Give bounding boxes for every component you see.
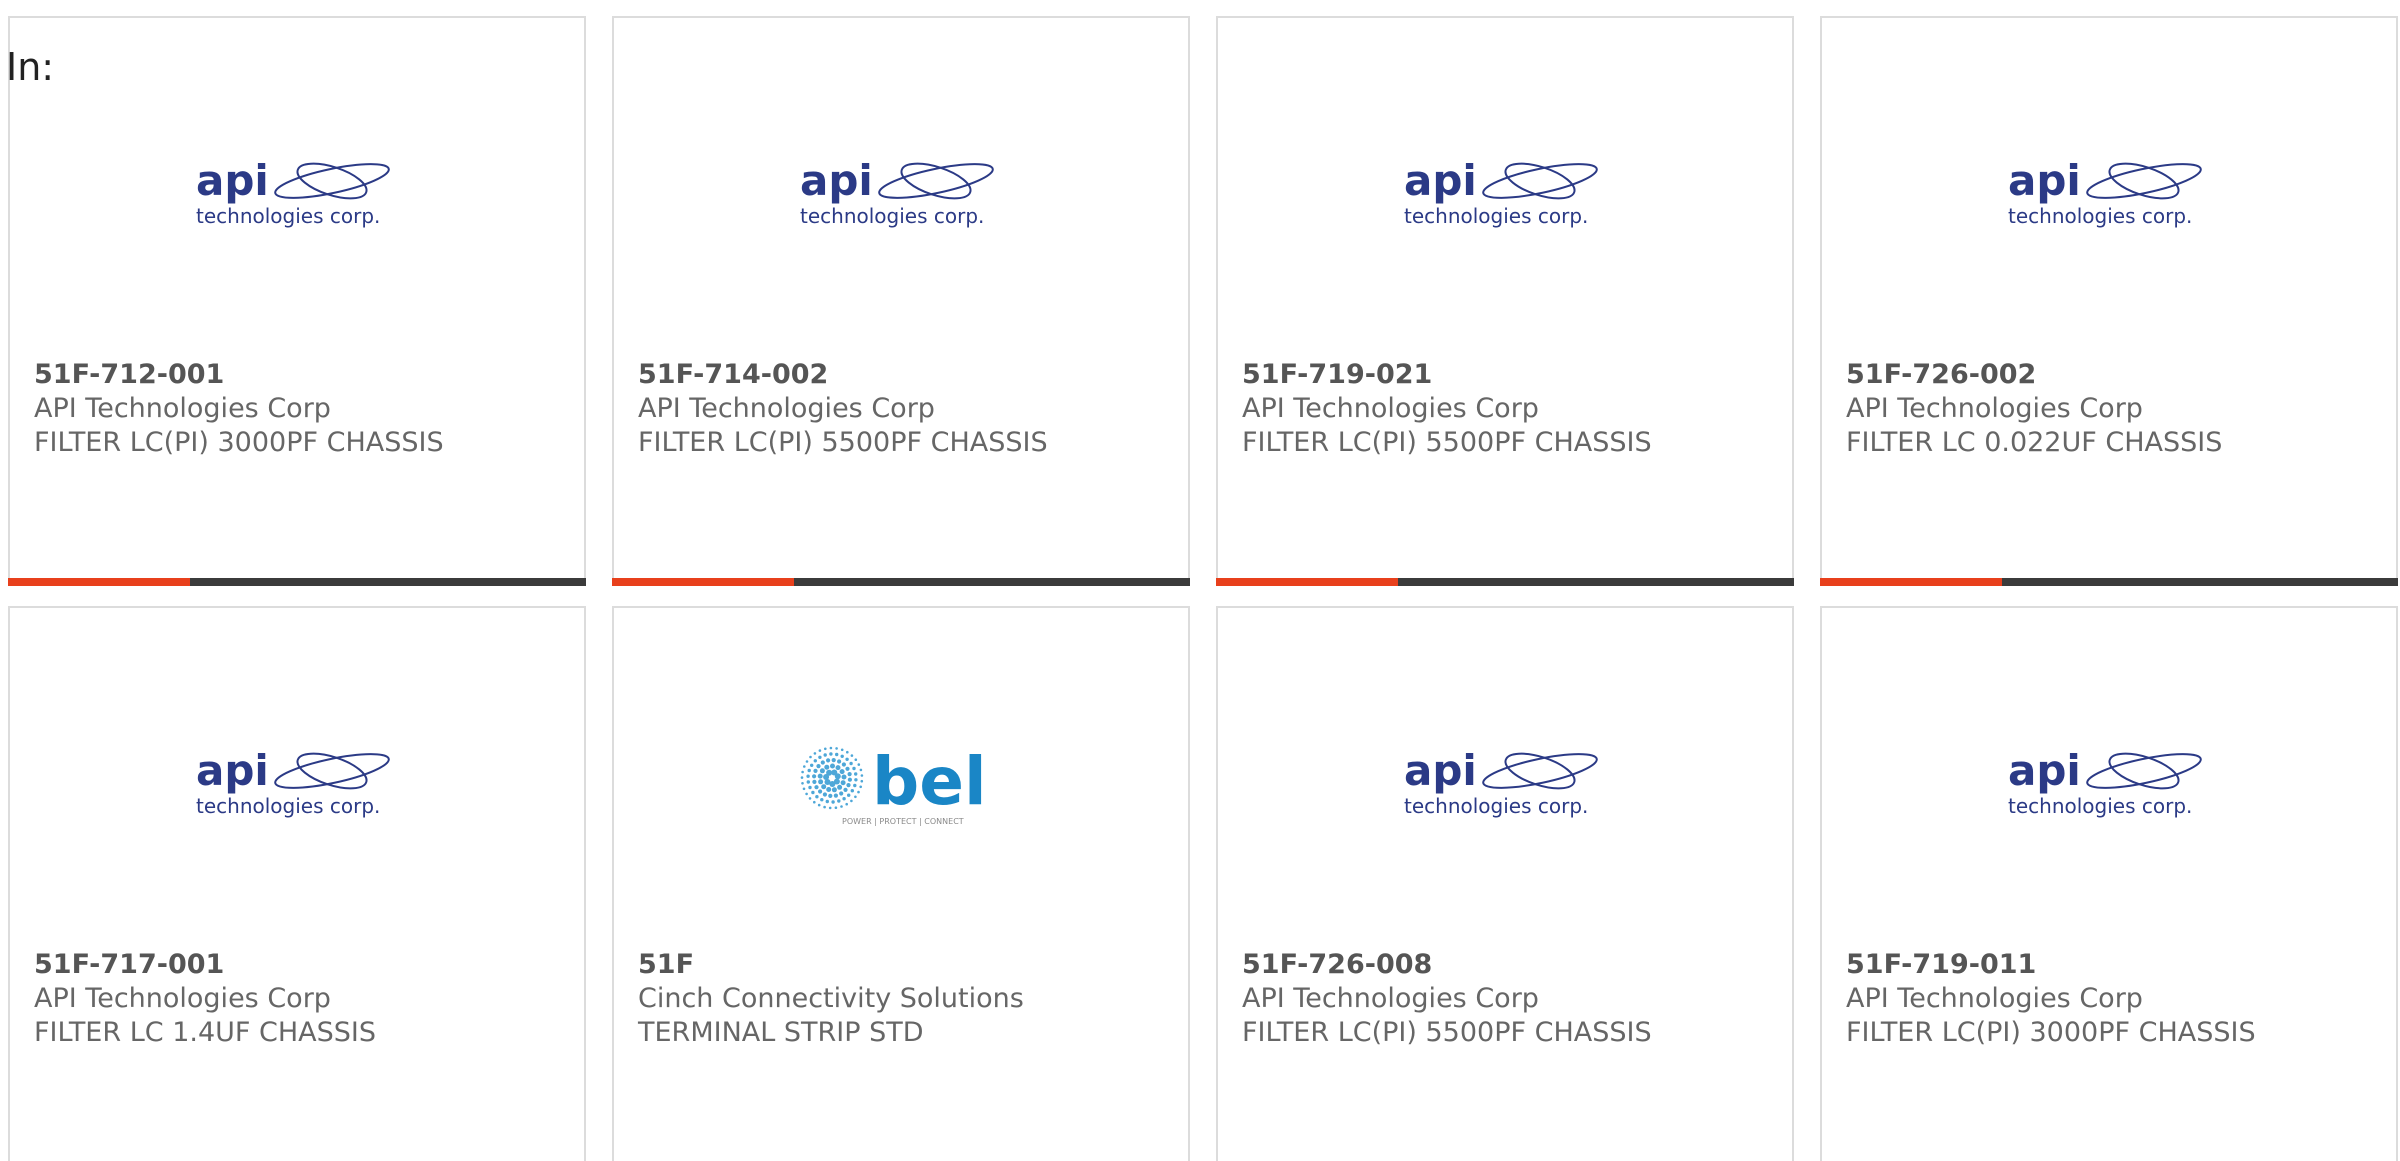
- product-info: 51F-719-011 API Technologies Corp FILTER…: [1846, 948, 2380, 1050]
- logo-word: api: [2008, 746, 2081, 795]
- orbit-ellipse-icon: [2086, 753, 2202, 789]
- product-card[interactable]: api technologies corp. 51F-726-008 API T…: [1216, 606, 1794, 1161]
- orbit-ellipse-icon: [2086, 163, 2202, 199]
- manufacturer-name: API Technologies Corp: [1846, 983, 2143, 1014]
- filter-in-label: In:: [6, 45, 55, 89]
- product-description: FILTER LC(PI) 5500PF CHASSIS: [638, 427, 1048, 458]
- product-description: TERMINAL STRIP STD: [638, 1017, 924, 1048]
- product-info: 51F-714-002 API Technologies Corp FILTER…: [638, 358, 1172, 460]
- product-card[interactable]: api technologies corp. 51F-726-002 API T…: [1820, 16, 2398, 586]
- card-accent-bar: [612, 578, 794, 586]
- orbit-ellipse-icon: [1482, 163, 1598, 199]
- manufacturer-logo: api technologies corp.: [614, 133, 1188, 253]
- api-technologies-logo: api technologies corp.: [196, 746, 390, 818]
- orbit-ellipse-icon: [274, 163, 390, 199]
- part-number[interactable]: 51F-712-001: [34, 358, 568, 392]
- part-number[interactable]: 51F: [638, 948, 1172, 982]
- logo-subtitle: technologies corp.: [1404, 204, 1588, 228]
- product-card[interactable]: api technologies corp. 51F-719-021 API T…: [1216, 16, 1794, 586]
- product-description: FILTER LC(PI) 3000PF CHASSIS: [34, 427, 444, 458]
- logo-subtitle: technologies corp.: [196, 794, 380, 818]
- logo-subtitle: technologies corp.: [800, 204, 984, 228]
- product-description: FILTER LC(PI) 5500PF CHASSIS: [1242, 1017, 1652, 1048]
- part-number[interactable]: 51F-714-002: [638, 358, 1172, 392]
- api-technologies-logo: api technologies corp.: [1404, 156, 1598, 228]
- api-technologies-logo: api technologies corp.: [2008, 156, 2202, 228]
- logo-subtitle: technologies corp.: [2008, 794, 2192, 818]
- part-number[interactable]: 51F-717-001: [34, 948, 568, 982]
- part-number[interactable]: 51F-719-021: [1242, 358, 1776, 392]
- product-info: 51F-726-002 API Technologies Corp FILTER…: [1846, 358, 2380, 460]
- manufacturer-name: API Technologies Corp: [1242, 983, 1539, 1014]
- manufacturer-logo: api technologies corp.: [1822, 723, 2396, 843]
- api-technologies-logo: api technologies corp.: [800, 156, 994, 228]
- logo-word: bel: [872, 743, 987, 820]
- manufacturer-name: API Technologies Corp: [34, 983, 331, 1014]
- product-info: 51F Cinch Connectivity Solutions TERMINA…: [638, 948, 1172, 1050]
- card-bottom-bar: [1820, 578, 2398, 586]
- bel-logo: bel POWER | PROTECT | CONNECT: [800, 743, 987, 826]
- manufacturer-name: Cinch Connectivity Solutions: [638, 983, 1024, 1014]
- product-card[interactable]: api technologies corp. 51F-717-001 API T…: [8, 606, 586, 1161]
- manufacturer-name: API Technologies Corp: [638, 393, 935, 424]
- logo-word: api: [196, 156, 269, 205]
- logo-subtitle: technologies corp.: [1404, 794, 1588, 818]
- api-technologies-logo: api technologies corp.: [196, 156, 390, 228]
- api-technologies-logo: api technologies corp.: [1404, 746, 1598, 818]
- card-accent-bar: [1216, 578, 1398, 586]
- logo-word: api: [800, 156, 873, 205]
- results-page: In: api technologies corp. 51F-712-001 A…: [0, 0, 2400, 1161]
- manufacturer-logo: api technologies corp.: [1218, 133, 1792, 253]
- product-description: FILTER LC 1.4UF CHASSIS: [34, 1017, 377, 1048]
- orbit-ellipse-icon: [274, 753, 390, 789]
- card-bottom-bar: [1216, 578, 1794, 586]
- manufacturer-logo: api technologies corp.: [10, 133, 584, 253]
- manufacturer-logo: api technologies corp.: [10, 723, 584, 843]
- logo-word: api: [1404, 156, 1477, 205]
- part-number[interactable]: 51F-726-008: [1242, 948, 1776, 982]
- product-card[interactable]: api technologies corp. 51F-719-011 API T…: [1820, 606, 2398, 1161]
- product-description: FILTER LC(PI) 5500PF CHASSIS: [1242, 427, 1652, 458]
- orbit-ellipse-icon: [1482, 753, 1598, 789]
- logo-subtitle: POWER | PROTECT | CONNECT: [842, 817, 964, 826]
- logo-subtitle: technologies corp.: [196, 204, 380, 228]
- bel-globe-icon: [800, 746, 864, 810]
- logo-word: api: [2008, 156, 2081, 205]
- manufacturer-name: API Technologies Corp: [1846, 393, 2143, 424]
- manufacturer-logo: api technologies corp.: [1822, 133, 2396, 253]
- logo-word: api: [1404, 746, 1477, 795]
- product-info: 51F-712-001 API Technologies Corp FILTER…: [34, 358, 568, 460]
- manufacturer-name: API Technologies Corp: [1242, 393, 1539, 424]
- orbit-ellipse-icon: [878, 163, 994, 199]
- part-number[interactable]: 51F-719-011: [1846, 948, 2380, 982]
- api-technologies-logo: api technologies corp.: [2008, 746, 2202, 818]
- product-card[interactable]: bel POWER | PROTECT | CONNECT 51F Cinch …: [612, 606, 1190, 1161]
- manufacturer-name: API Technologies Corp: [34, 393, 331, 424]
- card-bottom-bar: [8, 578, 586, 586]
- part-number[interactable]: 51F-726-002: [1846, 358, 2380, 392]
- product-info: 51F-717-001 API Technologies Corp FILTER…: [34, 948, 568, 1050]
- card-bottom-bar: [612, 578, 1190, 586]
- product-info: 51F-719-021 API Technologies Corp FILTER…: [1242, 358, 1776, 460]
- product-card[interactable]: api technologies corp. 51F-712-001 API T…: [8, 16, 586, 586]
- card-accent-bar: [1820, 578, 2002, 586]
- manufacturer-logo: api technologies corp.: [1218, 723, 1792, 843]
- product-description: FILTER LC 0.022UF CHASSIS: [1846, 427, 2223, 458]
- logo-word: api: [196, 746, 269, 795]
- product-card[interactable]: api technologies corp. 51F-714-002 API T…: [612, 16, 1190, 586]
- logo-subtitle: technologies corp.: [2008, 204, 2192, 228]
- product-description: FILTER LC(PI) 3000PF CHASSIS: [1846, 1017, 2256, 1048]
- card-accent-bar: [8, 578, 190, 586]
- product-info: 51F-726-008 API Technologies Corp FILTER…: [1242, 948, 1776, 1050]
- manufacturer-logo: bel POWER | PROTECT | CONNECT: [614, 723, 1188, 843]
